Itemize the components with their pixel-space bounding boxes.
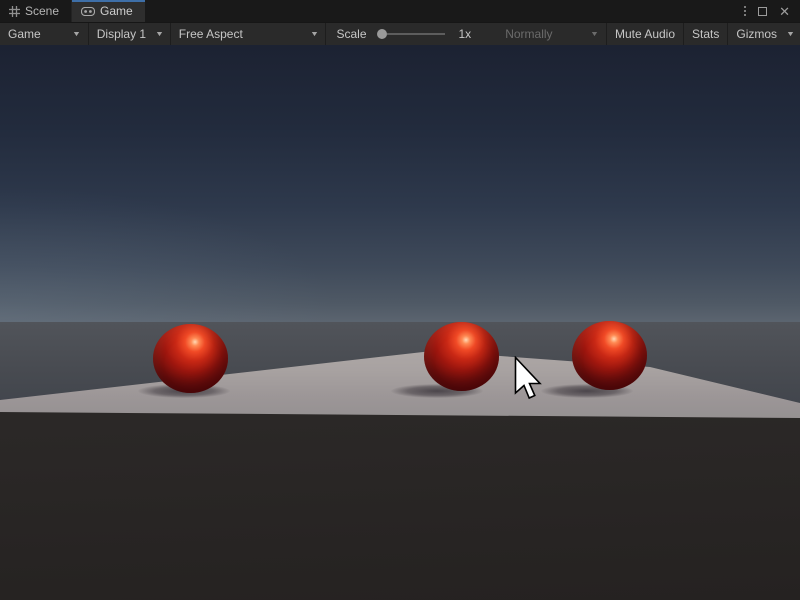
- sky-glow: [0, 185, 340, 325]
- scale-value: 1x: [459, 27, 472, 41]
- grid-icon: [9, 6, 20, 17]
- display-selector[interactable]: Display 1 ▼: [89, 23, 171, 45]
- play-mode-dropdown[interactable]: Normally ▼: [497, 23, 607, 45]
- chevron-down-icon: ▼: [72, 31, 81, 38]
- scale-slider[interactable]: [377, 29, 445, 39]
- kebab-menu-icon[interactable]: [744, 6, 746, 16]
- scale-control: Scale 1x: [326, 23, 481, 45]
- window-controls: ✕: [744, 0, 800, 22]
- mute-audio-label: Mute Audio: [615, 27, 675, 41]
- close-icon[interactable]: ✕: [779, 5, 790, 18]
- chevron-down-icon: ▼: [786, 31, 795, 38]
- red-sphere-left: [153, 324, 228, 393]
- toolbar-spacer: [481, 23, 497, 45]
- chevron-down-icon: ▼: [309, 31, 318, 38]
- game-view-popup-label: Game: [8, 27, 41, 41]
- stats-label: Stats: [692, 27, 719, 41]
- tab-game[interactable]: Game: [72, 0, 145, 22]
- tab-scene-label: Scene: [25, 4, 59, 18]
- chevron-down-icon: ▼: [155, 31, 164, 38]
- display-selector-label: Display 1: [97, 27, 146, 41]
- red-sphere-middle: [424, 322, 499, 391]
- game-view-popup[interactable]: Game ▼: [0, 23, 89, 45]
- game-view-toolbar: Game ▼ Display 1 ▼ Free Aspect ▼ Scale 1…: [0, 22, 800, 45]
- gamepad-icon: [81, 7, 95, 16]
- play-mode-label: Normally: [505, 27, 552, 41]
- chevron-down-icon: ▼: [590, 31, 599, 38]
- mouse-cursor-icon: [514, 356, 542, 401]
- tab-scene[interactable]: Scene: [0, 0, 72, 22]
- gizmos-label: Gizmos: [736, 27, 777, 41]
- gizmos-dropdown[interactable]: Gizmos ▼: [728, 23, 800, 45]
- maximize-icon[interactable]: [758, 7, 767, 16]
- tab-bar: Scene Game ✕: [0, 0, 800, 22]
- scale-slider-track[interactable]: [387, 33, 445, 35]
- scale-slider-knob[interactable]: [377, 29, 387, 39]
- stats-button[interactable]: Stats: [684, 23, 728, 45]
- game-viewport[interactable]: [0, 45, 800, 600]
- mute-audio-button[interactable]: Mute Audio: [607, 23, 684, 45]
- red-sphere-right: [572, 321, 647, 390]
- aspect-ratio-label: Free Aspect: [179, 27, 243, 41]
- tab-game-label: Game: [100, 4, 133, 18]
- unity-editor-window: Scene Game ✕ Game ▼ Display 1 ▼: [0, 0, 800, 600]
- aspect-ratio-selector[interactable]: Free Aspect ▼: [171, 23, 327, 45]
- scale-label: Scale: [336, 27, 366, 41]
